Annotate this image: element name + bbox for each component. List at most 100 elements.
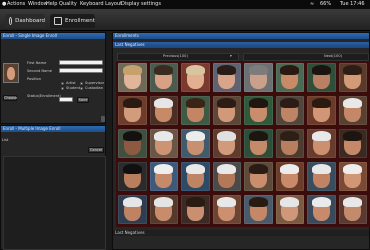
thumbnail-hair [154, 197, 174, 207]
photo-face [6, 66, 16, 80]
enrollment-thumbnail[interactable] [181, 96, 210, 125]
radio-supervisor[interactable] [80, 82, 83, 85]
choose-photo-button[interactable]: Choose [3, 95, 17, 101]
thumbnail-hair [280, 131, 300, 141]
enrollment-thumbnail[interactable] [244, 129, 273, 158]
menu-item-help[interactable]: Help [46, 1, 57, 7]
enrollment-thumbnail[interactable] [338, 162, 367, 191]
radio-supervisor-label: Supervisor [85, 81, 105, 85]
next-dropdown[interactable]: Next(100) [243, 53, 369, 61]
radio-custodian-label: Custodian [85, 86, 104, 90]
enrollment-thumbnail[interactable] [307, 96, 336, 125]
enrollment-thumbnail[interactable] [149, 129, 178, 158]
apple-icon[interactable]: ● [2, 1, 6, 7]
multiple-enroll-header: Enroll - Multiple Image Enroll [1, 126, 105, 132]
enrollment-thumbnail[interactable] [338, 129, 367, 158]
battery-percent[interactable]: 66% [320, 1, 331, 7]
enrollment-thumbnail[interactable] [149, 63, 178, 92]
menu-item-display-settings[interactable]: Display settings [121, 1, 161, 7]
enrollment-thumbnail[interactable] [338, 195, 367, 224]
tab-dashboard-label: Dashboard [15, 18, 45, 24]
single-enroll-panel: Enroll - Single Image Enroll Choose Firs… [0, 32, 106, 124]
previous-dropdown[interactable]: Previous(100) ▾ [117, 53, 239, 61]
enrollment-thumbnail[interactable] [181, 195, 210, 224]
multiple-enroll-panel: Enroll - Multiple Image Enroll List Canc… [0, 125, 106, 250]
last-negatives-footer: Last Negatives [113, 230, 369, 236]
thumbnail-hair [217, 98, 237, 108]
radio-student[interactable] [61, 87, 64, 90]
thumbnail-hair [122, 65, 142, 75]
enrollment-thumbnail[interactable] [244, 96, 273, 125]
enrollment-thumbnail[interactable] [275, 63, 304, 92]
enrollment-thumbnail[interactable] [118, 195, 147, 224]
thumbnail-hair [311, 98, 331, 108]
enrollment-thumbnail[interactable] [212, 129, 241, 158]
radio-artist[interactable] [61, 82, 64, 85]
enrollment-thumbnail[interactable] [244, 162, 273, 191]
first-name-field[interactable] [59, 60, 103, 65]
menu-item-actions[interactable]: Actions [7, 1, 25, 7]
save-button[interactable]: Save [77, 97, 89, 103]
enrollment-thumbnail[interactable] [149, 162, 178, 191]
second-name-field[interactable] [59, 68, 103, 73]
thumbnail-hair [311, 164, 331, 174]
enrollment-thumbnail[interactable] [118, 129, 147, 158]
enrollment-thumbnail[interactable] [118, 162, 147, 191]
thumbnail-hair [343, 197, 363, 207]
next-label: Next(100) [324, 54, 343, 58]
enrollment-thumbnail[interactable] [338, 63, 367, 92]
enrollment-thumbnail[interactable] [275, 129, 304, 158]
status-field[interactable] [59, 97, 73, 102]
menu-item-keyboard-layout[interactable]: Keyboard Layout [80, 1, 122, 7]
dashboard-icon [9, 17, 13, 25]
radio-artist-label: Artist [66, 81, 76, 85]
enrollment-thumbnail[interactable] [307, 162, 336, 191]
enrollment-thumbnail[interactable] [307, 195, 336, 224]
enrollment-thumbnail[interactable] [338, 96, 367, 125]
menu-bar: ● Actions Window Help Quality Keyboard L… [0, 0, 370, 9]
enrollment-thumbnail[interactable] [149, 96, 178, 125]
thumbnail-hair [185, 131, 205, 141]
enrollment-thumbnail[interactable] [275, 195, 304, 224]
thumbnail-hair [154, 65, 174, 75]
enrollment-thumbnail[interactable] [244, 195, 273, 224]
radio-custodian[interactable] [80, 87, 83, 90]
enrollment-thumbnail[interactable] [307, 129, 336, 158]
thumbnail-hair [122, 164, 142, 174]
enrollment-thumbnail[interactable] [118, 63, 147, 92]
thumbnail-hair [248, 131, 268, 141]
enrollment-thumbnail[interactable] [118, 96, 147, 125]
enrollment-thumbnail[interactable] [275, 162, 304, 191]
cancel-button[interactable]: Cancel [88, 147, 104, 153]
thumbnail-hair [217, 164, 237, 174]
thumbnail-hair [185, 164, 205, 174]
enrollment-thumbnail[interactable] [212, 63, 241, 92]
thumbnail-hair [122, 197, 142, 207]
menu-item-quality[interactable]: Quality [59, 1, 77, 7]
thumbnail-hair [343, 164, 363, 174]
enrollment-thumbnail[interactable] [212, 195, 241, 224]
thumbnail-hair [343, 65, 363, 75]
thumbnail-hair [280, 65, 300, 75]
enrollment-thumbnail[interactable] [149, 195, 178, 224]
scrollbar[interactable] [101, 116, 105, 122]
photo-frame[interactable] [3, 63, 19, 83]
file-list[interactable] [3, 156, 106, 250]
enrollment-thumbnail[interactable] [212, 96, 241, 125]
enrollment-thumbnail[interactable] [181, 63, 210, 92]
enrollments-subheader: Last Negatives [113, 42, 369, 48]
enrollment-icon [54, 17, 62, 25]
single-enroll-header: Enroll - Single Image Enroll [1, 33, 105, 39]
enrollment-thumbnail[interactable] [244, 63, 273, 92]
tab-enrollment[interactable]: Enrollment [50, 14, 95, 28]
enrollment-thumbnail[interactable] [307, 63, 336, 92]
menu-item-window[interactable]: Window [28, 1, 48, 7]
thumbnail-hair [248, 65, 268, 75]
enrollment-thumbnail[interactable] [212, 162, 241, 191]
enrollment-thumbnail[interactable] [181, 162, 210, 191]
clock[interactable]: Tue 17:46 [340, 1, 365, 7]
wifi-icon[interactable]: ≈ [310, 1, 314, 7]
tab-dashboard[interactable]: Dashboard [5, 14, 45, 28]
enrollment-thumbnail[interactable] [181, 129, 210, 158]
enrollment-thumbnail[interactable] [275, 96, 304, 125]
